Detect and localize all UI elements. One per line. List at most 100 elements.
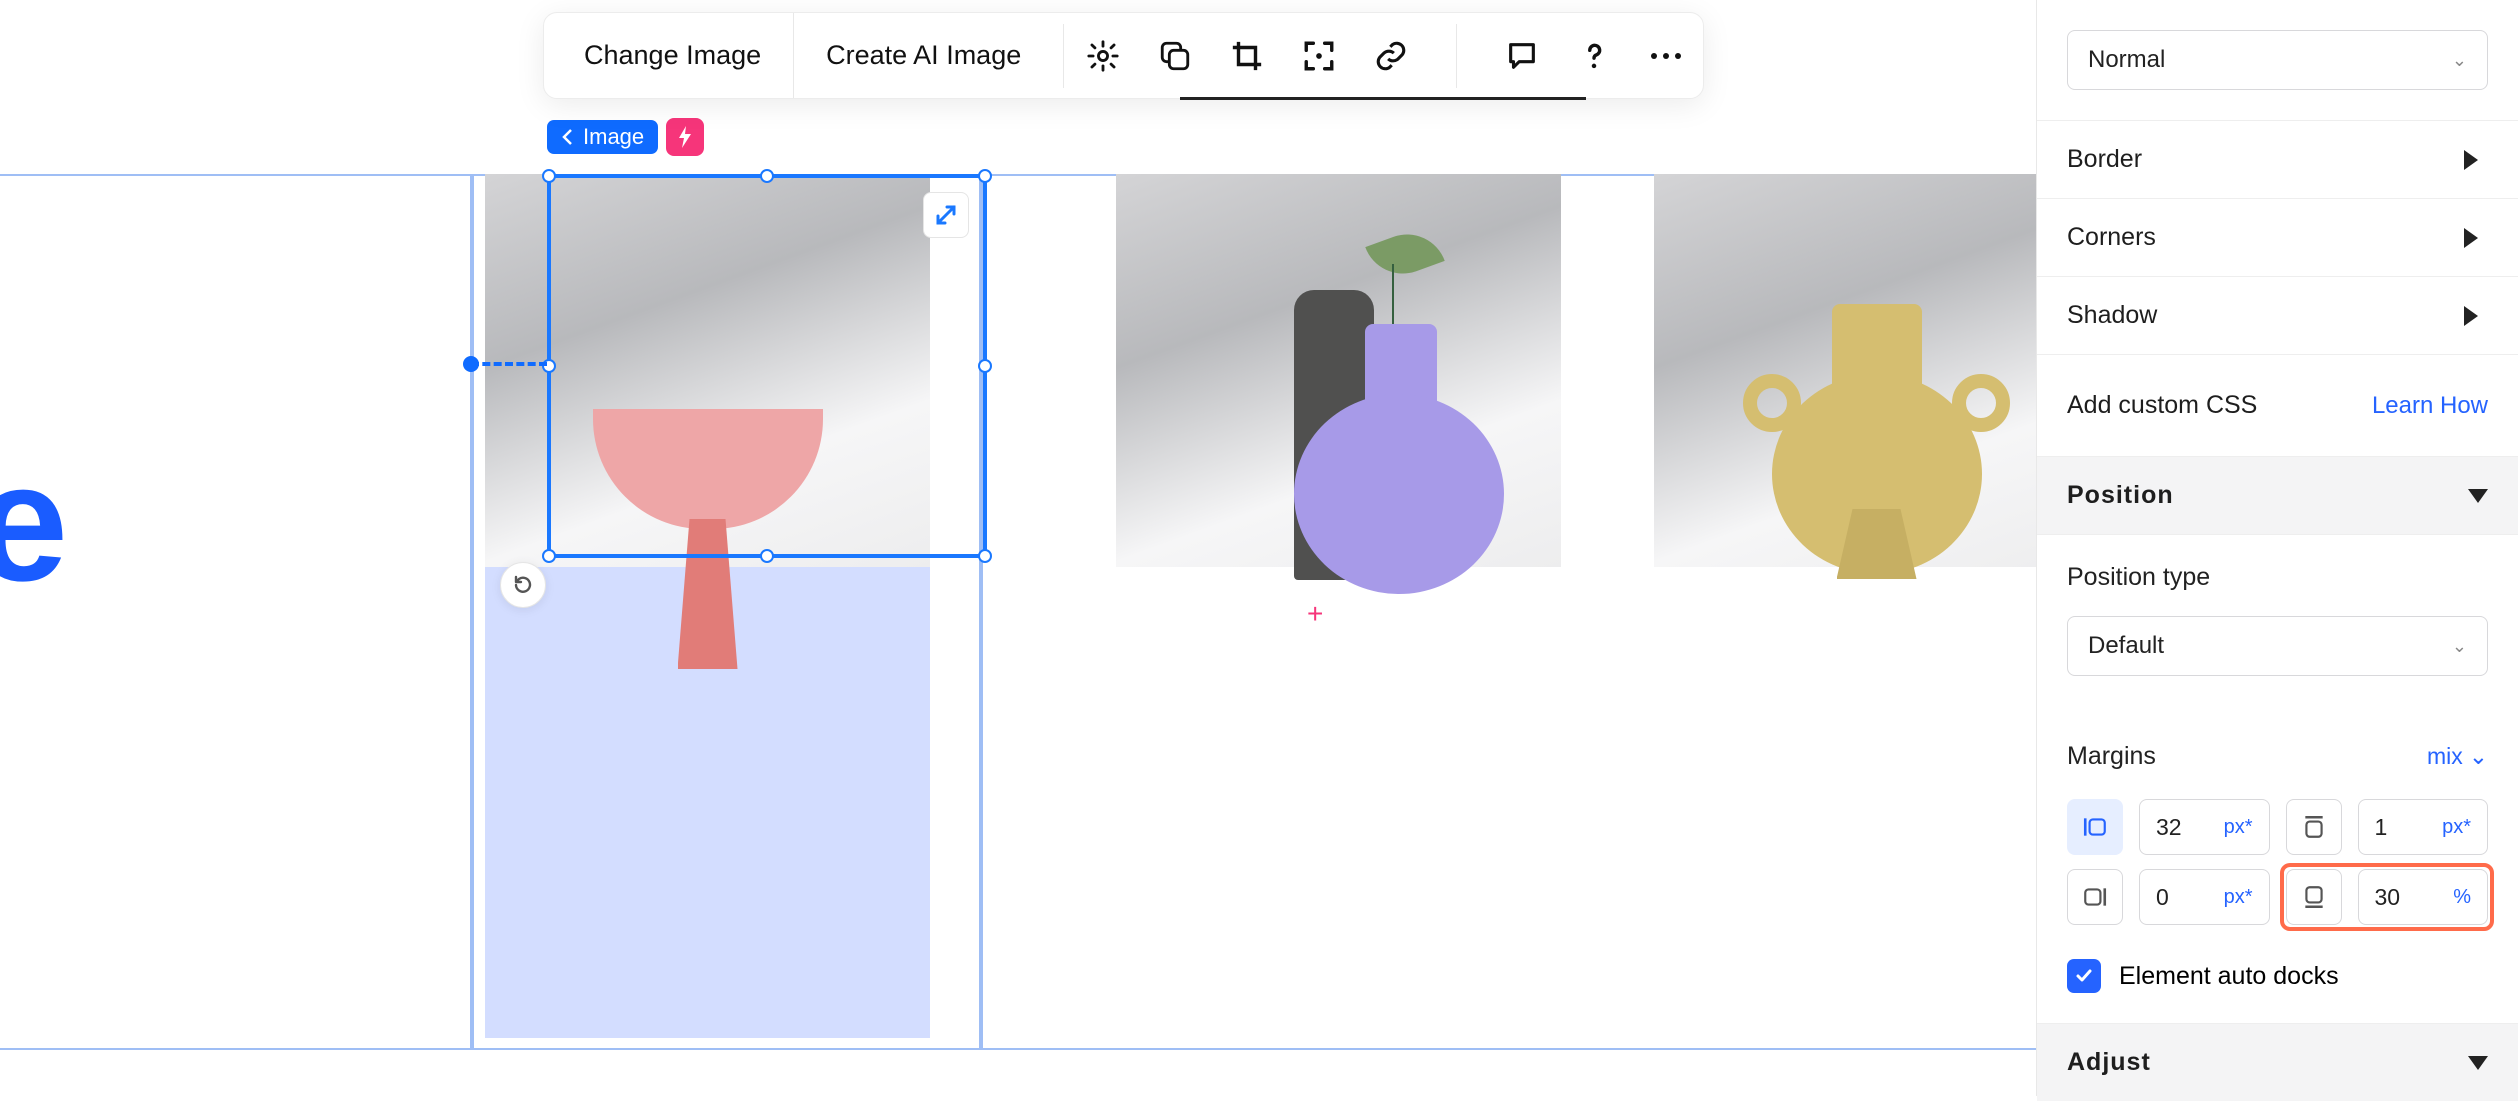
margin-left-unit[interactable]: px* [2224, 816, 2253, 839]
margin-right-glyph [2082, 884, 2108, 910]
margin-bottom-icon[interactable] [2286, 869, 2342, 925]
margin-left-icon[interactable] [2067, 799, 2123, 855]
chevron-down-icon [2468, 489, 2488, 503]
design-button[interactable] [1158, 39, 1192, 73]
crop-icon [1230, 39, 1264, 73]
resize-handle[interactable] [760, 169, 774, 183]
resize-handle[interactable] [978, 549, 992, 563]
crop-button[interactable] [1230, 39, 1264, 73]
position-type-label: Position type [2067, 563, 2210, 592]
resize-handle[interactable] [978, 359, 992, 373]
hero-text-area: vide g [0, 174, 463, 1050]
chevron-down-icon: ⌄ [2452, 50, 2467, 71]
chevron-right-icon [2464, 150, 2488, 170]
margin-bottom-value: 30 [2375, 884, 2401, 911]
position-type-select[interactable]: Default ⌄ [2067, 616, 2488, 676]
adjust-header-label: Adjust [2067, 1048, 2151, 1077]
focal-icon [1302, 39, 1336, 73]
focal-point-button[interactable] [1302, 39, 1336, 73]
check-icon [2074, 966, 2094, 986]
image-slot-2[interactable] [1116, 174, 1561, 1050]
margin-left-glyph [2082, 814, 2108, 840]
chevron-left-icon [561, 128, 575, 146]
gear-icon [1086, 39, 1120, 73]
state-select[interactable]: Normal ⌄ [2067, 30, 2488, 90]
margin-guide [471, 362, 547, 366]
selection-breadcrumb: Image [547, 118, 704, 156]
margin-right-value: 0 [2156, 884, 2169, 911]
breadcrumb-image-chip[interactable]: Image [547, 120, 658, 154]
margin-left-input[interactable]: 32 px* [2139, 799, 2270, 855]
hero-text: vide g [0, 428, 62, 804]
expand-button[interactable] [923, 192, 969, 238]
link-button[interactable] [1374, 39, 1408, 73]
margin-top-input[interactable]: 1 px* [2358, 799, 2489, 855]
guide-v-left [470, 174, 474, 1050]
custom-css-row: Add custom CSS Learn How [2037, 355, 2518, 457]
margins-unit-toggle[interactable]: mix ⌄ [2427, 743, 2488, 770]
image-slot-3[interactable] [1654, 174, 2099, 1050]
breadcrumb-label: Image [583, 124, 644, 150]
border-row[interactable]: Border [2037, 121, 2518, 199]
chevron-right-icon [2464, 228, 2488, 248]
chevron-down-icon: ⌄ [2452, 636, 2467, 657]
margin-top-value: 1 [2375, 814, 2388, 841]
active-underline [1180, 97, 1586, 100]
margin-right-icon[interactable] [2067, 869, 2123, 925]
shadow-label: Shadow [2067, 301, 2157, 330]
settings-button[interactable] [1086, 39, 1120, 73]
margin-right-unit[interactable]: px* [2224, 886, 2253, 909]
margin-top-glyph [2301, 814, 2327, 840]
margin-left-value: 32 [2156, 814, 2182, 841]
product-image-2 [1116, 174, 1561, 567]
position-header-label: Position [2067, 481, 2174, 510]
resize-handle[interactable] [542, 169, 556, 183]
floating-toolbar: Change Image Create AI Image [543, 12, 1704, 99]
revert-button[interactable] [500, 562, 546, 608]
margins-mix-label: mix [2427, 743, 2463, 770]
margin-bottom-input[interactable]: 30 % [2358, 869, 2489, 925]
margin-bottom-glyph [2301, 884, 2327, 910]
auto-docks-checkbox[interactable] [2067, 959, 2101, 993]
change-image-button[interactable]: Change Image [552, 13, 794, 98]
margin-top-unit[interactable]: px* [2442, 816, 2471, 839]
margin-top-icon[interactable] [2286, 799, 2342, 855]
more-button[interactable] [1649, 51, 1683, 61]
state-select-row: Normal ⌄ [2037, 0, 2518, 121]
chevron-right-icon [2464, 306, 2488, 326]
expand-icon [934, 203, 958, 227]
resize-handle[interactable] [542, 549, 556, 563]
help-button[interactable] [1577, 39, 1611, 73]
stack-icon [1158, 39, 1192, 73]
selection-frame[interactable] [547, 174, 987, 558]
ai-bolt-button[interactable] [666, 118, 704, 156]
position-section-header[interactable]: Position [2037, 457, 2518, 535]
resize-handle[interactable] [760, 549, 774, 563]
help-icon [1577, 39, 1611, 73]
more-icon [1649, 51, 1683, 61]
adjust-section-header[interactable]: Adjust [2037, 1023, 2518, 1101]
comment-button[interactable] [1505, 39, 1539, 73]
margin-bottom-unit[interactable]: % [2453, 886, 2471, 909]
undo-icon [511, 573, 535, 597]
product-image-3 [1654, 174, 2099, 567]
state-select-value: Normal [2088, 46, 2165, 74]
add-element-button[interactable]: + [1307, 598, 1323, 630]
resize-handle[interactable] [978, 169, 992, 183]
margins-section: Margins mix ⌄ 32 px* 1 px* [2037, 706, 2518, 1023]
margin-anchor[interactable] [463, 356, 479, 372]
position-type-row: Position type Default ⌄ [2037, 535, 2518, 706]
create-ai-image-button[interactable]: Create AI Image [794, 13, 1053, 98]
bolt-icon [677, 126, 693, 148]
position-type-value: Default [2088, 632, 2164, 660]
learn-how-link[interactable]: Learn How [2372, 392, 2488, 420]
border-label: Border [2067, 145, 2142, 174]
corners-row[interactable]: Corners [2037, 199, 2518, 277]
auto-docks-label: Element auto docks [2119, 962, 2339, 991]
chevron-down-icon [2468, 1056, 2488, 1070]
shadow-row[interactable]: Shadow [2037, 277, 2518, 355]
custom-css-label: Add custom CSS [2067, 391, 2257, 420]
comment-icon [1505, 39, 1539, 73]
link-icon [1374, 39, 1408, 73]
margin-right-input[interactable]: 0 px* [2139, 869, 2270, 925]
